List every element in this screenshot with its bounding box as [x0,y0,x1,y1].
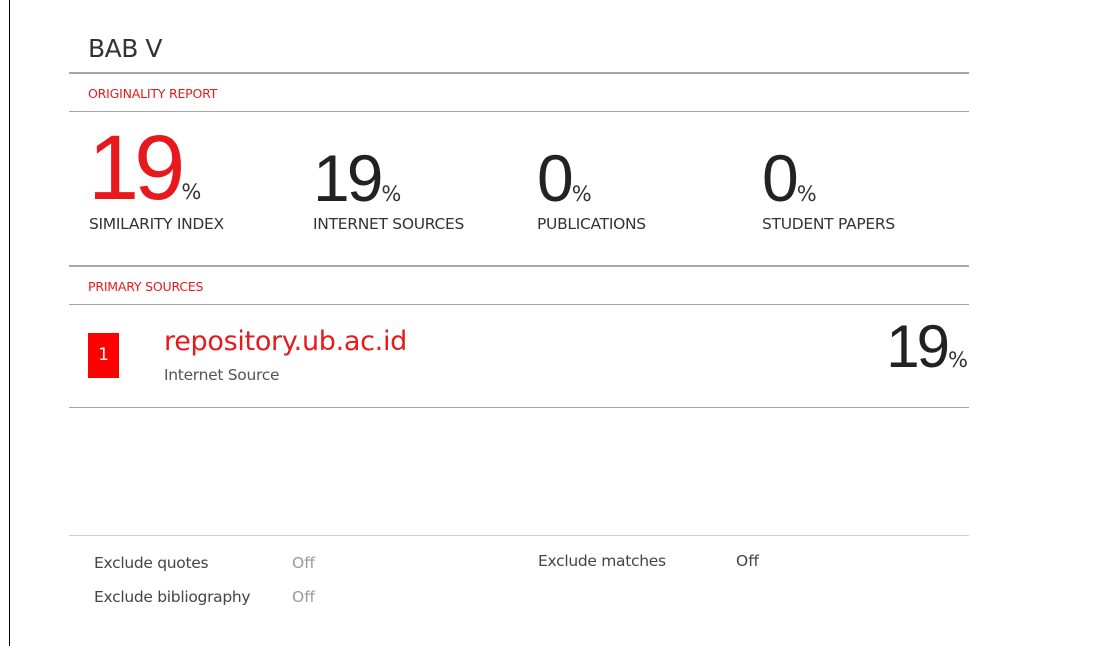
similarity-index-stat: 19% SIMILARITY INDEX [88,122,224,233]
primary-sources-heading: PRIMARY SOURCES [88,279,204,294]
exclude-quotes-label: Exclude quotes [94,554,209,572]
student-papers-number: 0% [762,138,817,218]
source-type: Internet Source [164,366,280,384]
exclude-matches-value: Off [736,552,759,570]
internet-sources-number: 19% [313,138,401,218]
internet-sources-stat: 19% INTERNET SOURCES [313,138,464,233]
internet-sources-label: INTERNET SOURCES [313,215,465,233]
publications-number: 0% [537,138,592,218]
source-link[interactable]: repository.ub.ac.id [164,326,407,357]
student-papers-value: 0 [762,141,799,215]
internet-sources-percent-sign: % [381,182,402,206]
title-divider [69,72,969,74]
footer-divider [69,535,969,536]
primary-sources-divider [69,304,969,305]
student-papers-percent-sign: % [796,182,817,206]
similarity-index-number: 19% [88,122,202,214]
exclude-quotes-value: Off [292,554,315,572]
internet-sources-value: 19 [313,141,383,215]
exclude-bibliography-value: Off [292,588,315,606]
source-match-percent: 19% [886,312,968,382]
publications-percent-sign: % [571,182,592,206]
stats-divider [69,265,969,267]
originality-divider [69,111,969,112]
sources-end-divider [69,407,969,408]
exclude-matches-label: Exclude matches [538,552,666,570]
publications-stat: 0% PUBLICATIONS [537,138,646,233]
similarity-index-label: SIMILARITY INDEX [89,215,224,233]
similarity-index-value: 19 [88,117,185,219]
publications-value: 0 [537,141,574,215]
student-papers-label: STUDENT PAPERS [762,215,895,233]
page-left-border [9,0,10,646]
similarity-index-percent-sign: % [181,180,202,204]
publications-label: PUBLICATIONS [537,215,646,233]
student-papers-stat: 0% STUDENT PAPERS [762,138,895,233]
source-match-value: 19 [886,313,950,380]
source-rank-badge: 1 [88,333,119,378]
originality-report-heading: ORIGINALITY REPORT [88,86,218,101]
document-title: BAB V [88,34,162,63]
exclude-bibliography-label: Exclude bibliography [94,588,251,606]
source-match-percent-sign: % [948,348,968,372]
